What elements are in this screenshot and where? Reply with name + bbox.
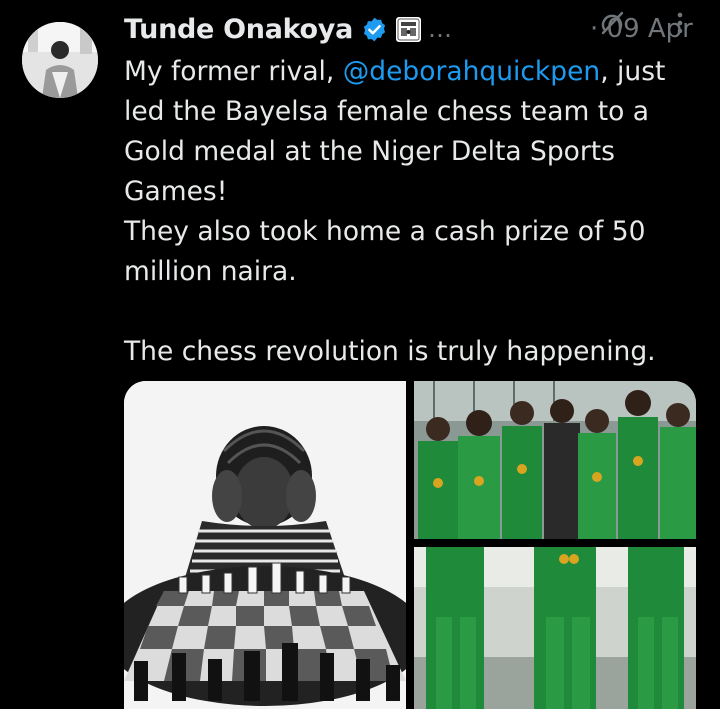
name-truncation: … bbox=[428, 15, 453, 43]
tweet-header: Tunde Onakoya … · 09 Apr bbox=[124, 8, 720, 50]
avatar[interactable] bbox=[22, 22, 98, 98]
grok-icon[interactable] bbox=[597, 8, 627, 38]
more-options-icon[interactable] bbox=[668, 9, 692, 37]
verified-badge-icon[interactable] bbox=[361, 16, 388, 43]
affiliation-badge-icon[interactable] bbox=[395, 16, 422, 43]
photo-team-standing[interactable] bbox=[414, 547, 696, 709]
photo-chess-player[interactable] bbox=[124, 381, 406, 709]
tweet-text-intro: My former rival, bbox=[124, 56, 343, 87]
avatar-photo bbox=[22, 22, 98, 98]
photo-team-medals[interactable] bbox=[414, 381, 696, 539]
tweet-text: My former rival, @deborahquickpen, just … bbox=[124, 52, 714, 372]
media-grid bbox=[124, 381, 696, 709]
author-name[interactable]: Tunde Onakoya bbox=[124, 14, 353, 45]
tweet-text-body: , just led the Bayelsa female chess team… bbox=[124, 56, 666, 367]
mention-link[interactable]: @deborahquickpen bbox=[343, 56, 600, 87]
